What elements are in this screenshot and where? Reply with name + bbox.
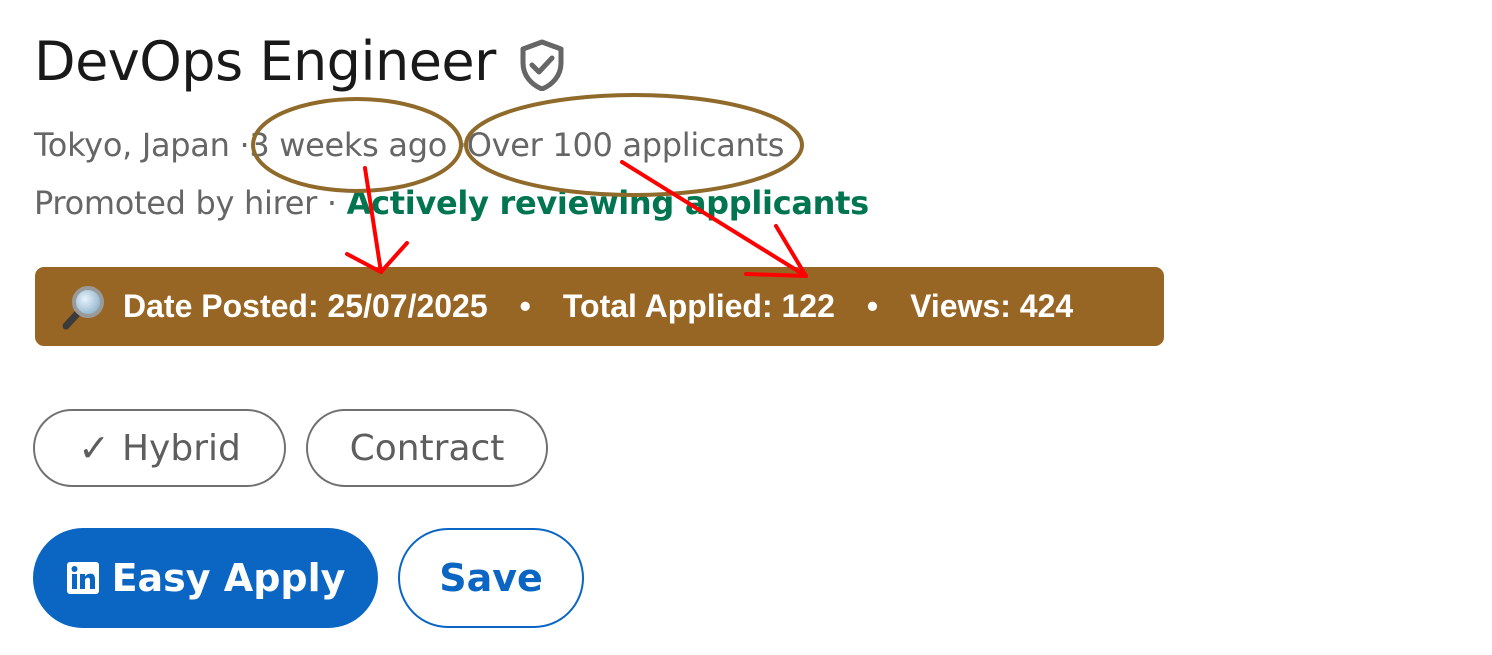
pill-label: Hybrid — [121, 427, 241, 469]
check-icon: ✓ — [78, 426, 110, 470]
stats-banner: Date Posted: 25/07/2025 • Total Applied:… — [35, 267, 1164, 346]
meta-separator: · — [239, 126, 250, 164]
magnifier-icon — [62, 285, 104, 329]
job-meta-line: Tokyo, Japan ·3 weeks ago ·Over 100 appl… — [34, 126, 784, 164]
banner-separator: • — [519, 288, 531, 324]
easy-apply-button[interactable]: Easy Apply — [33, 528, 378, 628]
linkedin-icon — [66, 562, 99, 594]
pill-label: Contract — [349, 427, 505, 469]
promoted-label: Promoted by hirer — [34, 184, 318, 222]
job-location: Tokyo, Japan — [34, 126, 230, 164]
save-button[interactable]: Save — [398, 528, 584, 628]
meta-separator: · — [326, 184, 337, 222]
hiring-status: Actively reviewing applicants — [346, 184, 870, 222]
workplace-type-pill[interactable]: ✓ Hybrid — [33, 409, 286, 487]
job-title-row: DevOps Engineer — [34, 28, 566, 96]
job-title: DevOps Engineer — [34, 30, 496, 93]
meta-separator: · — [456, 126, 467, 164]
applicant-count: Over 100 applicants — [466, 126, 785, 164]
banner-separator: • — [866, 288, 879, 324]
posted-time: 3 weeks ago — [249, 126, 447, 164]
save-label: Save — [439, 556, 543, 600]
employment-type-pill[interactable]: Contract — [306, 409, 548, 487]
job-promo-line: Promoted by hirer · Actively reviewing a… — [34, 184, 869, 222]
total-applied: Total Applied: 122 — [562, 288, 835, 324]
shield-check-icon — [520, 39, 564, 91]
easy-apply-label: Easy Apply — [111, 556, 346, 600]
view-count: Views: 424 — [910, 288, 1074, 324]
date-posted: Date Posted: 25/07/2025 — [123, 288, 488, 324]
